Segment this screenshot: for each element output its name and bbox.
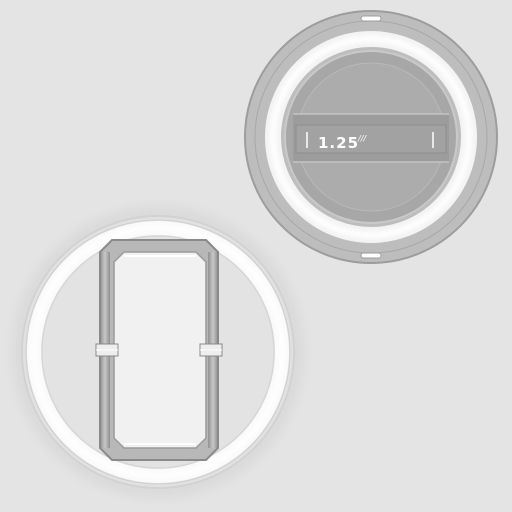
gauge-top-notch bbox=[360, 15, 382, 22]
gauge-unit-mark: /// bbox=[357, 134, 367, 143]
hud-texture-sheet: 1.25 /// bbox=[12, 10, 498, 498]
scope-ring bbox=[12, 206, 304, 498]
zoom-gauge: 1.25 /// bbox=[244, 10, 498, 264]
gauge-bottom-notch bbox=[360, 252, 382, 259]
frame-inner-panel bbox=[113, 251, 207, 449]
scope-frame bbox=[95, 239, 223, 461]
gauge-value: 1.25 bbox=[318, 134, 359, 152]
